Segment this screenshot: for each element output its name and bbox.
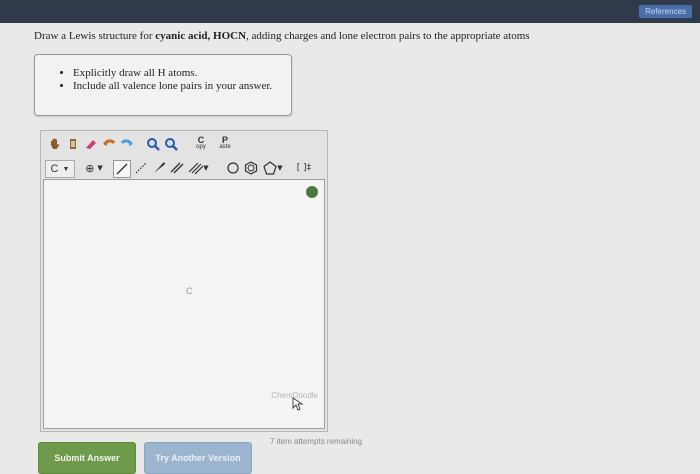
try-another-version-button[interactable]: Try Another Version (144, 442, 252, 474)
instruction-item: Include all valence lone pairs in your a… (73, 80, 291, 93)
benzene-icon[interactable] (243, 160, 259, 176)
instruction-item: Explicitly draw all H atoms. (73, 67, 291, 80)
chevron-down-icon: ▼ (97, 164, 103, 172)
undo-icon[interactable] (101, 136, 117, 152)
question-text: Draw a Lewis structure for cyanic acid, … (34, 30, 530, 42)
top-bar: References (0, 0, 700, 23)
ring-template-icon[interactable]: ▼ (261, 160, 285, 176)
zoom-in-icon[interactable] (145, 136, 161, 152)
element-label: C (50, 163, 59, 175)
zoom-out-icon[interactable] (163, 136, 179, 152)
cyclopropane-icon[interactable] (225, 160, 241, 176)
copy-button[interactable]: C opy (193, 136, 209, 152)
copy-label-top: C (197, 135, 205, 145)
toolbar-row-2: C ▼ ⊕ ▼ ▼ ▼ [ ]‡ (41, 157, 327, 181)
hand-icon[interactable] (47, 136, 63, 152)
dashed-bond-icon[interactable] (133, 160, 149, 176)
question-suffix: , adding charges and lone electron pairs… (246, 30, 530, 42)
charge-label: ⊕ (85, 161, 95, 175)
copy-label-bottom: opy (196, 144, 206, 150)
element-selector[interactable]: C ▼ (45, 160, 75, 178)
single-bond-icon[interactable] (113, 160, 131, 178)
instructions-list: Explicitly draw all H atoms. Include all… (35, 67, 291, 93)
carbon-atom[interactable]: C (186, 286, 193, 296)
wedge-bond-icon[interactable] (151, 160, 167, 176)
paste-label-bottom: aste (219, 144, 231, 150)
bracket-label: [ ]‡ (296, 163, 312, 173)
submit-answer-button[interactable]: Submit Answer (38, 442, 136, 474)
compound-name: cyanic acid, HOCN (155, 30, 247, 42)
bracket-button[interactable]: [ ]‡ (293, 160, 315, 176)
paste-label-top: P (221, 135, 228, 145)
drawing-canvas[interactable]: C ChemDoodle (43, 179, 325, 429)
lasso-icon[interactable] (65, 136, 81, 152)
mouse-cursor-icon (292, 397, 304, 416)
chevron-down-icon: ▼ (277, 164, 283, 172)
toolbar-row-1: C opy P aste (41, 133, 327, 157)
chevron-down-icon: ▼ (203, 164, 209, 172)
settings-icon[interactable] (306, 186, 318, 198)
triple-bond-icon[interactable]: ▼ (187, 160, 211, 176)
charge-selector[interactable]: ⊕ ▼ (81, 160, 107, 176)
attempts-remaining: 7 item attempts remaining (270, 437, 363, 446)
redo-icon[interactable] (119, 136, 135, 152)
instructions-box: Explicitly draw all H atoms. Include all… (34, 54, 292, 116)
paste-button[interactable]: P aste (217, 136, 233, 152)
question-prefix: Draw a Lewis structure for (34, 30, 156, 42)
double-bond-icon[interactable] (169, 160, 185, 176)
chemdoodle-editor: C opy P aste C ▼ ⊕ ▼ ▼ ▼ []‡ C ChemDood… (40, 130, 328, 432)
chevron-down-icon: ▼ (62, 165, 70, 173)
references-button[interactable]: References (639, 5, 692, 18)
eraser-icon[interactable] (83, 136, 99, 152)
